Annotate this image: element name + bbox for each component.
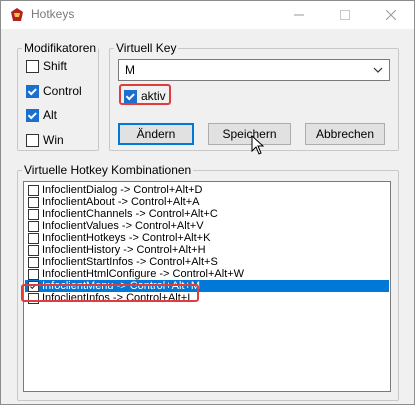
win-checkbox-row[interactable]: Win: [26, 133, 64, 147]
minimize-button[interactable]: [276, 1, 322, 29]
list-item-label: InfoclientValues -> Control+Alt+V: [42, 220, 204, 232]
list-item-checkbox[interactable]: [28, 220, 39, 232]
virtual-key-select[interactable]: M: [118, 59, 390, 81]
window-title: Hotkeys: [31, 7, 75, 21]
list-item-checkbox[interactable]: [28, 208, 39, 220]
change-button[interactable]: Ändern: [118, 123, 194, 145]
cancel-button[interactable]: Abbrechen: [305, 123, 385, 145]
win-label: Win: [43, 133, 64, 147]
list-item-checkbox[interactable]: [28, 232, 39, 244]
active-checkbox-row[interactable]: aktiv: [124, 89, 166, 103]
list-item[interactable]: InfoclientChannels -> Control+Alt+C: [25, 208, 389, 220]
shift-checkbox[interactable]: [26, 59, 39, 73]
virtual-key-legend: Virtuell Key: [116, 41, 177, 55]
combinations-legend: Virtuelle Hotkey Kombinationen: [24, 163, 192, 177]
selected-item-highlight: [21, 284, 199, 302]
list-item-label: InfoclientDialog -> Control+Alt+D: [42, 184, 203, 196]
modifiers-legend: Modifikatoren: [24, 41, 97, 55]
close-icon: [386, 10, 396, 20]
save-button[interactable]: Speichern: [208, 123, 291, 145]
list-item-checkbox[interactable]: [28, 184, 39, 196]
win-checkbox[interactable]: [26, 133, 39, 147]
list-item-label: InfoclientHtmlConfigure -> Control+Alt+W: [42, 268, 245, 280]
list-item-checkbox[interactable]: [28, 268, 39, 280]
list-item-checkbox[interactable]: [28, 196, 39, 208]
close-button[interactable]: [368, 1, 414, 29]
list-item[interactable]: InfoclientHistory -> Control+Alt+H: [25, 244, 389, 256]
control-label: Control: [43, 84, 82, 98]
control-checkbox[interactable]: [26, 84, 39, 98]
list-item[interactable]: InfoclientHtmlConfigure -> Control+Alt+W: [25, 268, 389, 280]
minimize-icon: [294, 14, 304, 16]
maximize-button[interactable]: [322, 1, 368, 29]
alt-label: Alt: [43, 108, 58, 122]
chevron-down-icon: [373, 67, 383, 73]
list-item-label: InfoclientAbout -> Control+Alt+A: [42, 196, 200, 208]
hotkeys-window: Hotkeys Modifikatoren Shift Control Alt: [0, 0, 415, 405]
list-item-checkbox[interactable]: [28, 244, 39, 256]
maximize-icon: [340, 10, 350, 20]
alt-checkbox-row[interactable]: Alt: [26, 108, 57, 122]
virtual-key-value: M: [125, 63, 135, 77]
list-item-label: InfoclientChannels -> Control+Alt+C: [42, 208, 218, 220]
alt-checkbox[interactable]: [26, 108, 39, 122]
list-item[interactable]: InfoclientDialog -> Control+Alt+D: [25, 184, 389, 196]
dialog-body: Modifikatoren Shift Control Alt Win Virt…: [1, 29, 414, 404]
list-item[interactable]: InfoclientAbout -> Control+Alt+A: [25, 196, 389, 208]
list-item-checkbox[interactable]: [28, 256, 39, 268]
title-bar[interactable]: Hotkeys: [1, 1, 414, 29]
shift-checkbox-row[interactable]: Shift: [26, 59, 67, 73]
app-icon: [11, 8, 23, 21]
active-label: aktiv: [141, 89, 166, 103]
list-item-label: InfoclientHotkeys -> Control+Alt+K: [42, 232, 211, 244]
shift-label: Shift: [43, 59, 68, 73]
list-item-label: InfoclientHistory -> Control+Alt+H: [42, 244, 206, 256]
mouse-cursor-icon: [251, 135, 265, 155]
active-checkbox[interactable]: [124, 89, 137, 103]
list-item[interactable]: InfoclientHotkeys -> Control+Alt+K: [25, 232, 389, 244]
control-checkbox-row[interactable]: Control: [26, 84, 82, 98]
list-item[interactable]: InfoclientStartInfos -> Control+Alt+S: [25, 256, 389, 268]
list-item[interactable]: InfoclientValues -> Control+Alt+V: [25, 220, 389, 232]
list-item-label: InfoclientStartInfos -> Control+Alt+S: [42, 256, 218, 268]
